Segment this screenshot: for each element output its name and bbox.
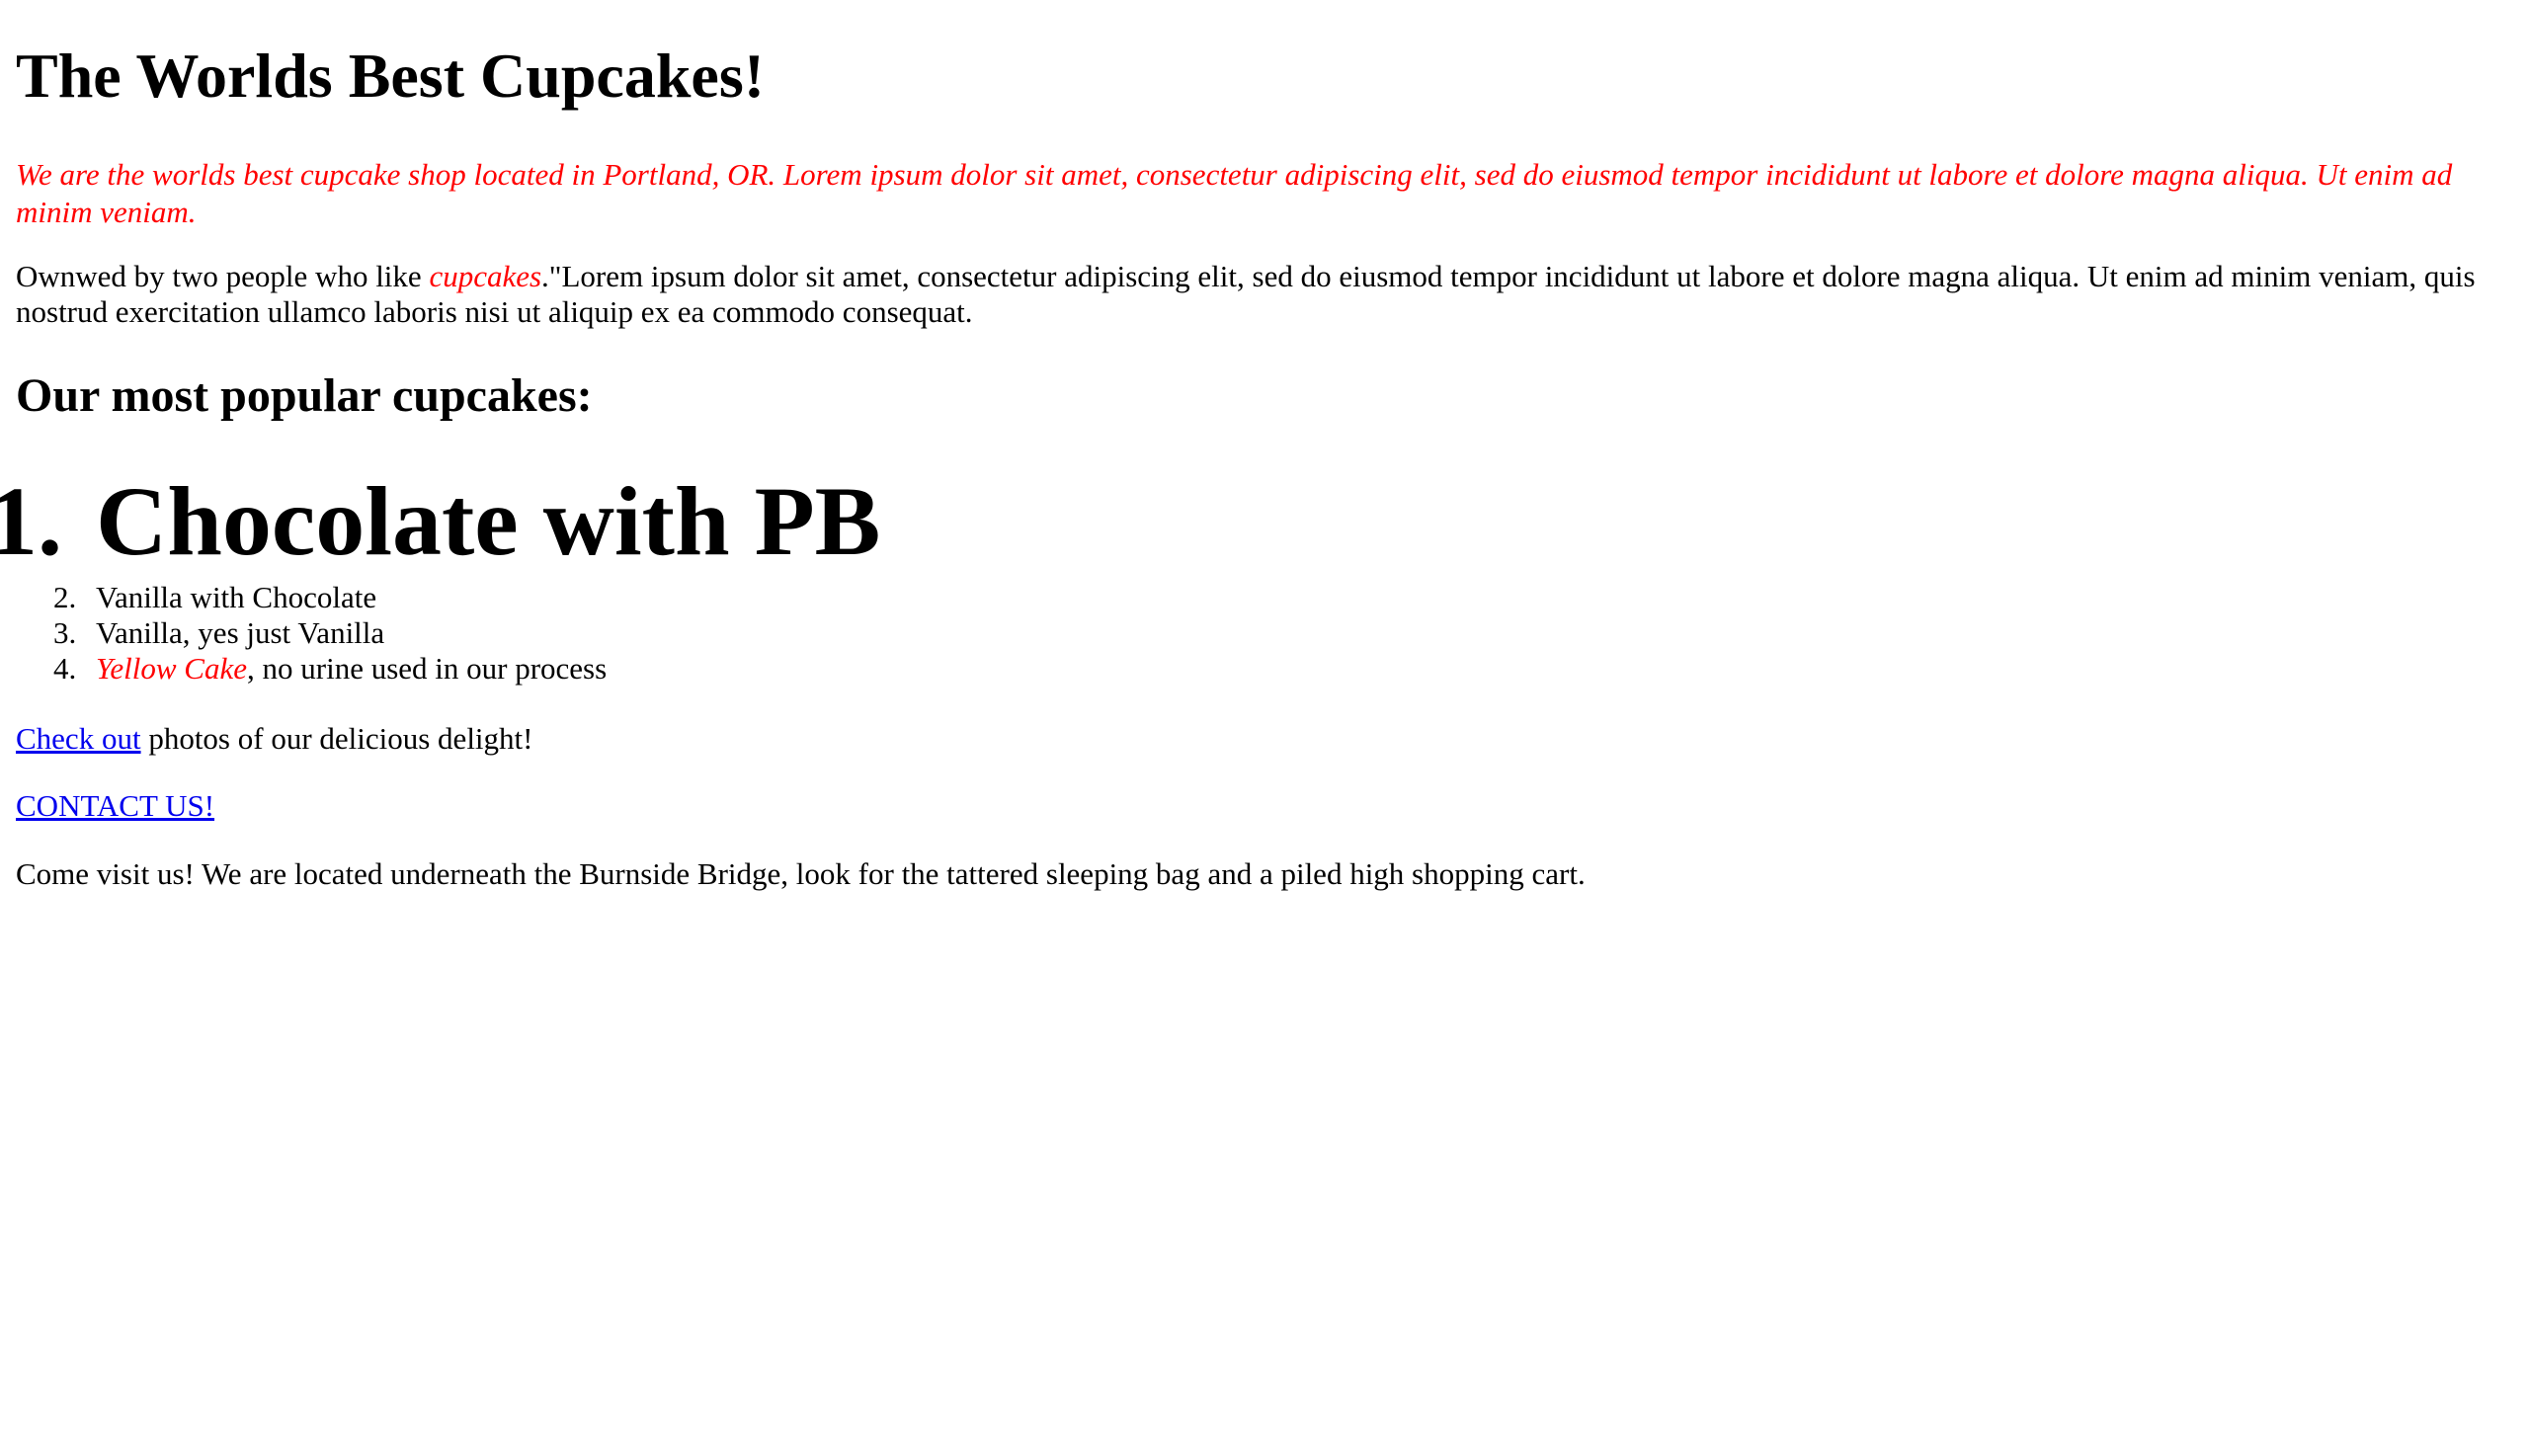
- checkout-paragraph: Check out photos of our delicious deligh…: [16, 721, 532, 757]
- list-item-label: Vanilla with Chocolate: [96, 580, 377, 614]
- checkout-text: photos of our delicious delight!: [140, 721, 533, 756]
- list-marker: 3.: [53, 615, 77, 650]
- list-item: 1. Chocolate with PB: [0, 464, 1201, 576]
- intro-paragraph: We are the worlds best cupcake shop loca…: [16, 157, 2453, 229]
- owners-emphasis: cupcakes: [429, 259, 542, 293]
- visit-paragraph: Come visit us! We are located underneath…: [16, 856, 1586, 891]
- list-item-label: Chocolate with PB: [96, 466, 881, 576]
- list-item-label: Yellow Cake, no urine used in our proces…: [96, 651, 607, 687]
- contact-us-link[interactable]: CONTACT US!: [16, 788, 214, 823]
- list-marker: 2.: [53, 580, 77, 614]
- owners-paragraph: Ownwed by two people who like cupcakes."…: [16, 259, 2515, 330]
- list-marker: 1.: [0, 466, 62, 576]
- owners-text-start: Ownwed by two people who like: [16, 259, 430, 293]
- list-item-label: Vanilla, yes just Vanilla: [96, 615, 385, 650]
- check-out-link[interactable]: Check out: [16, 721, 141, 756]
- popular-heading: Our most popular cupcakes:: [16, 369, 593, 422]
- list-marker: 4.: [53, 651, 77, 686]
- list-item-rest: , no urine used in our process: [247, 651, 608, 686]
- contact-paragraph: CONTACT US!: [16, 788, 214, 824]
- page-title: The Worlds Best Cupcakes!: [16, 40, 766, 111]
- list-item-emphasis: Yellow Cake: [96, 651, 248, 686]
